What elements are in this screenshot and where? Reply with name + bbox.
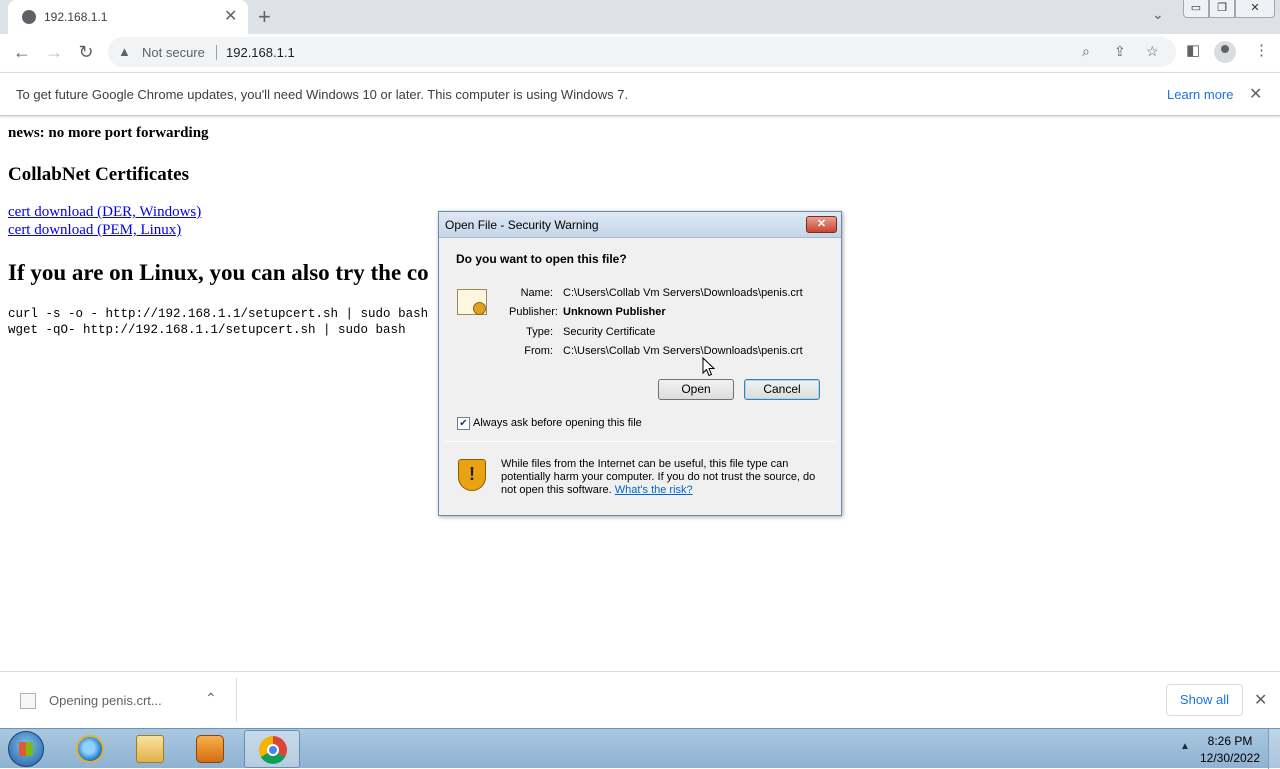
always-ask-checkbox[interactable]: ✔: [457, 417, 470, 430]
kebab-menu-icon[interactable]: ⋮: [1254, 41, 1269, 59]
browser-toolbar: ← → ↻ ▲ Not secure 192.168.1.1 ⌕ ⇪ ☆: [0, 34, 1280, 71]
update-infobar: To get future Google Chrome updates, you…: [0, 72, 1280, 116]
side-panel-icon[interactable]: ◧: [1186, 41, 1200, 59]
url-text[interactable]: 192.168.1.1: [226, 45, 295, 60]
news-line: news: no more port forwarding: [8, 125, 209, 141]
tray-expand-icon[interactable]: ▲: [1180, 741, 1190, 752]
curl-command: curl -s -o - http://192.168.1.1/setupcer…: [8, 307, 429, 321]
show-desktop-button[interactable]: [1268, 729, 1280, 769]
profile-icon[interactable]: [1214, 41, 1236, 63]
star-icon[interactable]: ☆: [1146, 43, 1159, 60]
download-shelf: Opening penis.crt... ⌃ Show all ✕: [0, 671, 1280, 728]
publisher-label: Publisher:: [509, 306, 558, 318]
globe-icon: [22, 10, 36, 24]
internet-explorer-icon[interactable]: [62, 730, 118, 768]
always-ask-label[interactable]: Always ask before opening this file: [473, 417, 642, 429]
browser-tab[interactable]: 192.168.1.1 ✕: [8, 0, 248, 34]
download-item-label[interactable]: Opening penis.crt...: [49, 693, 162, 708]
chrome-glyph: [259, 736, 287, 764]
media-player-icon[interactable]: [182, 730, 238, 768]
type-label: Type:: [526, 326, 553, 338]
name-label: Name:: [520, 287, 553, 299]
dialog-title: Open File - Security Warning: [445, 218, 599, 232]
windows-start-icon[interactable]: [8, 731, 44, 767]
cert-download-pem-link[interactable]: cert download (PEM, Linux): [8, 222, 181, 239]
download-options-chevron-icon[interactable]: ⌃: [205, 690, 217, 707]
dialog-question: Do you want to open this file?: [456, 252, 627, 266]
type-value: Security Certificate: [563, 326, 656, 338]
shield-warning-icon: !: [458, 459, 486, 491]
windows-taskbar: ▲ 8:26 PM 12/30/2022: [0, 728, 1280, 769]
shelf-divider: [236, 678, 237, 722]
file-icon: [20, 693, 36, 709]
certificates-heading: CollabNet Certificates: [8, 164, 189, 185]
back-arrow-icon[interactable]: ←: [11, 42, 33, 64]
warning-triangle-icon[interactable]: ▲: [118, 44, 131, 59]
reload-icon[interactable]: ↻: [75, 42, 97, 64]
address-separator: [216, 45, 217, 60]
learn-more-link[interactable]: Learn more: [1167, 87, 1233, 102]
infobar-message: To get future Google Chrome updates, you…: [16, 87, 629, 102]
security-label[interactable]: Not secure: [142, 45, 205, 60]
tab-search-chevron-icon[interactable]: ⌄: [1152, 6, 1164, 23]
search-icon[interactable]: ⌕: [1082, 43, 1090, 60]
cert-download-der-link[interactable]: cert download (DER, Windows): [8, 204, 201, 221]
chrome-icon[interactable]: [244, 730, 300, 768]
folder-glyph: [136, 735, 164, 763]
whats-the-risk-link[interactable]: What's the risk?: [615, 484, 693, 496]
tab-strip: 192.168.1.1 ✕ + ⌄ ▭ ❐ ✕: [0, 0, 1280, 34]
cancel-button[interactable]: Cancel: [744, 379, 820, 400]
ie-glyph: [76, 735, 104, 763]
publisher-value: Unknown Publisher: [563, 306, 666, 318]
certificate-icon: [457, 289, 487, 315]
dialog-divider: [445, 441, 835, 442]
linux-heading: If you are on Linux, you can also try th…: [8, 260, 429, 285]
warning-text: While files from the Internet can be use…: [501, 458, 831, 497]
window-restore-button[interactable]: ❐: [1209, 0, 1235, 18]
wget-command: wget -qO- http://192.168.1.1/setupcert.s…: [8, 323, 406, 337]
from-label: From:: [524, 345, 553, 357]
tab-title: 192.168.1.1: [44, 10, 108, 24]
share-icon[interactable]: ⇪: [1114, 43, 1126, 60]
folder-icon[interactable]: [122, 730, 178, 768]
shelf-close-icon[interactable]: ✕: [1254, 690, 1267, 710]
open-button[interactable]: Open: [658, 379, 734, 400]
show-all-button[interactable]: Show all: [1166, 684, 1243, 716]
clock-time[interactable]: 8:26 PM: [1200, 734, 1260, 748]
name-value: C:\Users\Collab Vm Servers\Downloads\pen…: [563, 287, 803, 299]
tab-close-icon[interactable]: ✕: [224, 6, 237, 26]
address-bar[interactable]: ▲ Not secure 192.168.1.1 ⌕ ⇪ ☆: [108, 37, 1176, 67]
forward-arrow-icon[interactable]: →: [43, 42, 65, 64]
clock-date[interactable]: 12/30/2022: [1196, 751, 1264, 765]
window-minimize-button[interactable]: ▭: [1183, 0, 1209, 18]
dialog-close-button[interactable]: ✕: [806, 216, 837, 233]
security-warning-dialog: Open File - Security Warning ✕ Do you wa…: [438, 211, 842, 516]
infobar-close-icon[interactable]: ✕: [1249, 84, 1262, 104]
window-close-button[interactable]: ✕: [1235, 0, 1275, 18]
media-glyph: [196, 735, 224, 763]
from-value: C:\Users\Collab Vm Servers\Downloads\pen…: [563, 345, 803, 357]
dialog-titlebar[interactable]: Open File - Security Warning ✕: [439, 212, 841, 238]
new-tab-plus-icon[interactable]: +: [258, 4, 271, 30]
